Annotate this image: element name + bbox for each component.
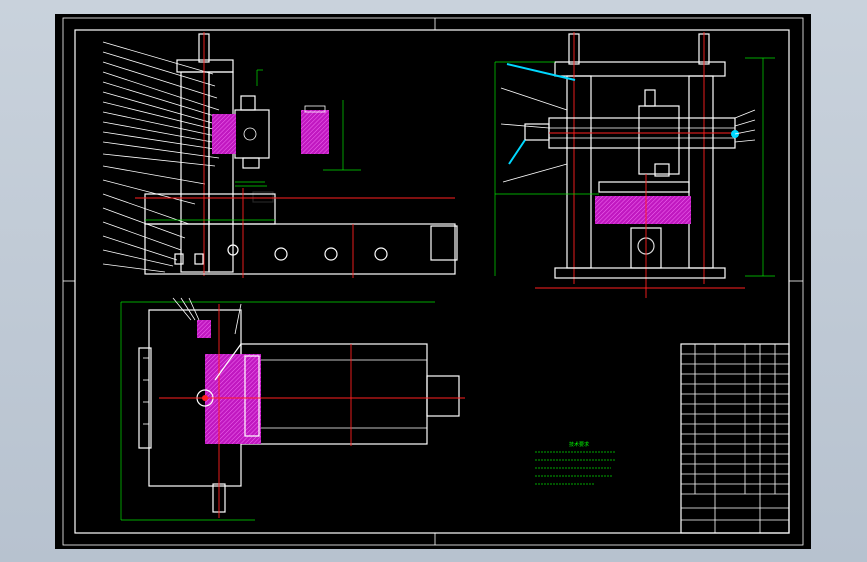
leader-lines: [102, 41, 226, 273]
drawing-frame: [62, 17, 804, 546]
cable-left: [508, 139, 526, 165]
cad-drawing: 技术要求: [62, 17, 804, 546]
detail-section: [301, 100, 361, 171]
tech-notes: 技术要求: [535, 441, 615, 485]
cad-viewport[interactable]: 技术要求: [55, 14, 811, 549]
plan-view: [120, 297, 465, 521]
front-view: [102, 32, 458, 278]
title-block: [680, 343, 790, 534]
tech-notes-heading: 技术要求: [569, 441, 589, 448]
carriage-section: [212, 114, 236, 154]
cable-top: [506, 63, 576, 81]
side-view: [494, 32, 775, 298]
